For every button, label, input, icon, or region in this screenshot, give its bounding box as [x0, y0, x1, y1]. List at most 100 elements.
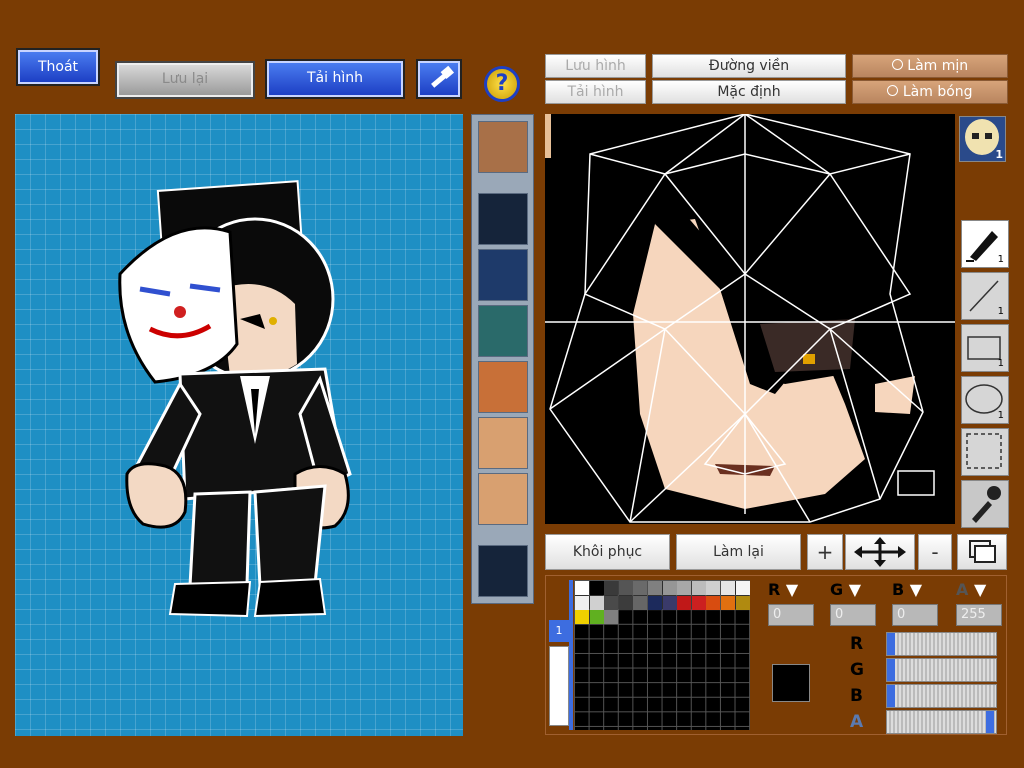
rectangle-tool[interactable]: 1	[961, 324, 1009, 372]
help-icon: ?	[495, 71, 509, 96]
scroll-marker[interactable]	[545, 114, 551, 158]
face-preview-badge[interactable]: 1	[959, 116, 1006, 162]
character-preview	[15, 114, 463, 736]
palette-swatch[interactable]	[662, 581, 677, 595]
palette-swatch[interactable]	[677, 595, 692, 610]
palette-scrollbar[interactable]	[569, 580, 573, 730]
load-image-button[interactable]: Tải hình	[545, 80, 646, 104]
a-slider-thumb[interactable]	[986, 711, 994, 733]
face-badge-count: 1	[995, 148, 1003, 161]
g-channel-header[interactable]: G ▼	[830, 580, 878, 600]
palette-swatch[interactable]	[706, 581, 721, 595]
dropdown-arrow-icon: ▼	[848, 580, 862, 599]
default-button[interactable]: Mặc định	[652, 80, 846, 104]
layer-button[interactable]	[957, 534, 1007, 570]
eyedropper-tool[interactable]	[961, 480, 1009, 528]
face-preset-thumb[interactable]	[478, 305, 528, 357]
g-slider[interactable]	[886, 658, 997, 682]
palette-swatch[interactable]	[735, 581, 750, 595]
save-button[interactable]: Lưu lại	[115, 61, 255, 99]
palette-swatch[interactable]	[604, 610, 619, 625]
a-slider-label: A	[850, 712, 864, 732]
palette-swatch[interactable]	[662, 595, 677, 610]
g-label: G	[830, 580, 844, 599]
shade-option[interactable]: Làm bóng	[852, 80, 1008, 104]
palette-swatch[interactable]	[589, 581, 604, 595]
face-preset-thumb[interactable]	[478, 361, 528, 413]
palette-swatch[interactable]	[604, 581, 619, 595]
r-slider[interactable]	[886, 632, 997, 656]
layers-icon	[969, 540, 996, 563]
redo-button[interactable]: Làm lại	[676, 534, 801, 570]
palette-swatch[interactable]	[575, 595, 589, 610]
ellipse-tool[interactable]: 1	[961, 376, 1009, 424]
selection-tool[interactable]	[961, 428, 1009, 476]
r-label: R	[768, 580, 781, 599]
face-texture-canvas	[545, 113, 955, 523]
r-value-field[interactable]: 0	[768, 604, 814, 626]
move-arrows-icon	[854, 537, 906, 567]
pen-tool[interactable]: 1	[961, 220, 1009, 268]
eyedropper-icon	[972, 486, 1001, 523]
face-preset-thumb[interactable]	[478, 473, 528, 525]
palette-swatch[interactable]	[691, 595, 706, 610]
g-slider-thumb[interactable]	[887, 659, 895, 681]
palette-swatch[interactable]	[618, 581, 633, 595]
face-preset-thumb[interactable]	[478, 193, 528, 245]
palette-swatch[interactable]	[706, 595, 721, 610]
palette-swatch[interactable]	[648, 595, 662, 610]
b-channel-header[interactable]: B ▼	[892, 580, 940, 600]
zoom-in-button[interactable]: +	[807, 534, 843, 570]
palette-swatch[interactable]	[648, 581, 662, 595]
help-button[interactable]: ?	[484, 66, 520, 102]
load-button[interactable]: Tải hình	[265, 59, 405, 99]
r-slider-thumb[interactable]	[887, 633, 895, 655]
face-preset-thumb[interactable]	[478, 417, 528, 469]
palette-swatch[interactable]	[721, 595, 735, 610]
smooth-option[interactable]: Làm mịn	[852, 54, 1008, 78]
save-image-button[interactable]: Lưu hình	[545, 54, 646, 78]
move-button[interactable]	[845, 534, 915, 570]
b-slider[interactable]	[886, 684, 997, 708]
palette-swatch[interactable]	[633, 581, 648, 595]
line-tool[interactable]: 1	[961, 272, 1009, 320]
dropdown-arrow-icon: ▼	[973, 580, 987, 599]
palette-swatch[interactable]	[575, 610, 589, 625]
face-preset-thumb[interactable]	[478, 121, 528, 173]
palette-swatch[interactable]	[691, 581, 706, 595]
palette-swatch[interactable]	[575, 581, 589, 595]
radio-icon	[891, 59, 903, 70]
palette-tab-1[interactable]: 1	[549, 620, 569, 642]
face-pixel-editor[interactable]	[545, 113, 955, 524]
g-value-field[interactable]: 0	[830, 604, 876, 626]
palette-swatch[interactable]	[633, 595, 648, 610]
hammer-button[interactable]	[416, 59, 462, 99]
palette-swatch[interactable]	[735, 595, 750, 610]
palette-swatch[interactable]	[604, 595, 619, 610]
color-palette-grid[interactable]	[574, 580, 750, 730]
a-slider[interactable]	[886, 710, 997, 734]
a-label: A	[956, 580, 969, 599]
palette-tabs[interactable]	[549, 646, 569, 726]
palette-swatch[interactable]	[589, 610, 604, 625]
b-slider-thumb[interactable]	[887, 685, 895, 707]
r-channel-header[interactable]: R ▼	[768, 580, 816, 600]
palette-swatch[interactable]	[618, 595, 633, 610]
face-preset-thumb[interactable]	[478, 249, 528, 301]
a-value-field[interactable]: 255	[956, 604, 1002, 626]
b-value-field[interactable]: 0	[892, 604, 938, 626]
pen-tool-count: 1	[997, 254, 1004, 265]
a-channel-header[interactable]: A ▼	[956, 580, 1004, 600]
restore-button[interactable]: Khôi phục	[545, 534, 670, 570]
outline-button[interactable]: Đường viền	[652, 54, 846, 78]
exit-button[interactable]: Thoát	[16, 48, 100, 86]
palette-swatch[interactable]	[589, 595, 604, 610]
line-tool-count: 1	[997, 306, 1004, 317]
face-preset-list	[471, 114, 534, 604]
palette-swatch[interactable]	[677, 581, 692, 595]
b-label: B	[892, 580, 905, 599]
palette-swatch[interactable]	[721, 581, 735, 595]
face-preset-thumb[interactable]	[478, 545, 528, 597]
character-figure	[118, 180, 352, 618]
zoom-out-button[interactable]: -	[918, 534, 952, 570]
